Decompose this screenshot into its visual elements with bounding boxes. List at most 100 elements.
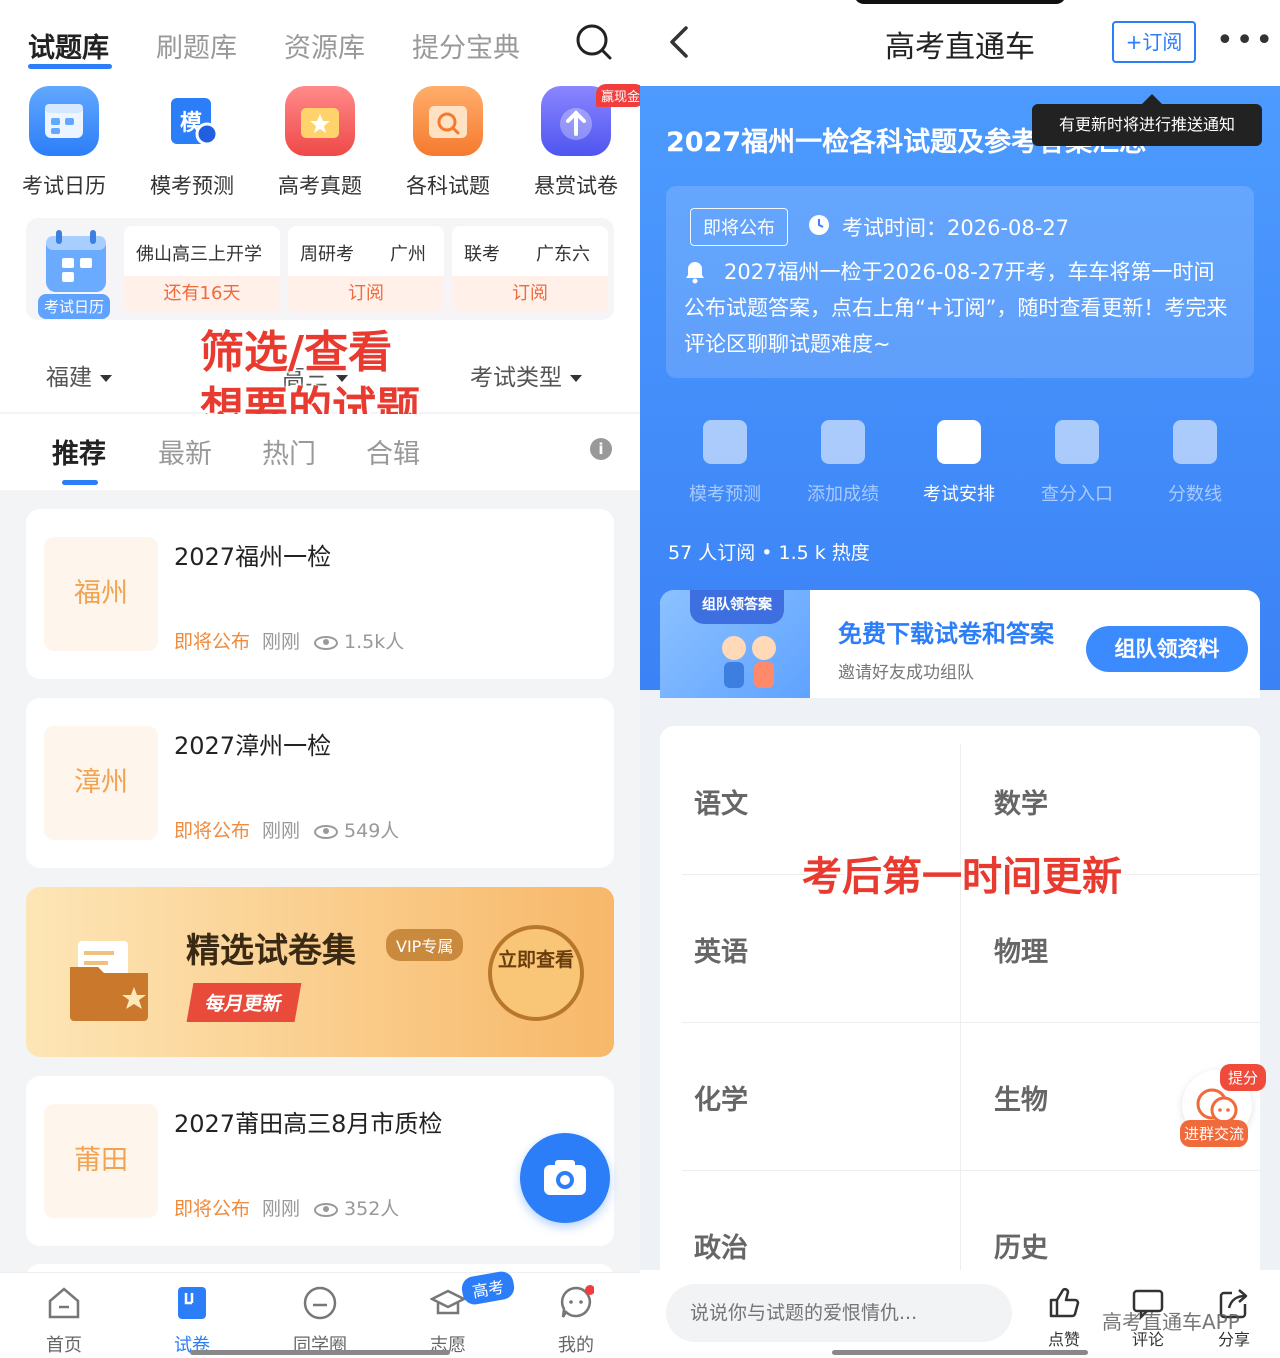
tab-latest[interactable]: 最新: [158, 432, 212, 471]
exam-type-filter[interactable]: 考试类型: [470, 358, 582, 392]
eye-icon: [314, 635, 339, 650]
trend-icon: [1173, 420, 1217, 464]
quick-entry-mock-prediction[interactable]: 模 模考预测: [132, 86, 252, 200]
tab-practice-bank[interactable]: 刷题库: [156, 26, 237, 65]
view-now-button[interactable]: 立即查看: [488, 925, 584, 1021]
exam-views: 549人: [344, 820, 400, 842]
home-indicator: [190, 1350, 450, 1355]
calendar-exam-title: 联考 广东六: [464, 244, 590, 265]
tab-hot[interactable]: 热门: [262, 432, 316, 471]
region-filter[interactable]: 福建: [46, 358, 112, 392]
home-icon: [48, 1287, 80, 1319]
score-boost-badge: 提分: [1220, 1064, 1267, 1091]
quick-entry-label: 高考真题: [278, 174, 362, 198]
tab-recommended[interactable]: 推荐: [52, 432, 106, 471]
tool-mock-prediction[interactable]: 模考预测: [666, 420, 784, 506]
team-get-materials-button[interactable]: 组队领资料: [1086, 626, 1248, 672]
comment-input[interactable]: [666, 1284, 1012, 1342]
premium-paper-collection-banner[interactable]: 精选试卷集 VIP专属 每月更新 立即查看: [26, 887, 614, 1057]
search-icon[interactable]: [574, 22, 614, 62]
subject-label: 语文: [694, 789, 748, 820]
subscribe-button[interactable]: +订阅: [1112, 21, 1196, 63]
calendar-exam-title: 周研考 广州: [300, 244, 426, 265]
like-button[interactable]: 点赞: [1034, 1286, 1094, 1350]
tab-score-guide[interactable]: 提分宝典: [412, 26, 520, 65]
city-thumbnail: 漳州: [44, 726, 158, 840]
city-thumbnail: 福州: [44, 537, 158, 651]
thumbs-up-icon: [1049, 1288, 1080, 1318]
calendar-exam-card[interactable]: 周研考 广州 订阅: [288, 226, 444, 312]
tool-score-line[interactable]: 分数线: [1136, 420, 1254, 506]
vip-badge: VIP专属: [386, 929, 464, 961]
nav-label: 首页: [46, 1335, 82, 1356]
more-icon[interactable]: •••: [1216, 26, 1275, 56]
exam-meta: 即将公布 刚刚 549人: [174, 816, 399, 843]
exam-list-item[interactable]: 福州 2027福州一检 即将公布 刚刚 1.5k人: [26, 509, 614, 679]
exam-notice: 2027福州一检于2026-08-27开考，车车将第一时间公布试题答案，点右上角…: [684, 260, 1228, 356]
quick-entry-exam-calendar[interactable]: 考试日历: [4, 86, 124, 200]
subject-label: 数学: [994, 789, 1048, 820]
exam-title: 2027莆田高三8月市质检: [174, 1110, 443, 1138]
tab-collection[interactable]: 合辑: [366, 432, 420, 471]
upload-icon: 赢现金: [541, 84, 640, 156]
quick-entry-label: 各科试题: [406, 174, 490, 198]
calendar-subscribe-button[interactable]: 订阅: [288, 276, 444, 312]
checklist-icon: [703, 420, 747, 464]
tool-label: 分数线: [1168, 484, 1222, 505]
exam-status: 即将公布: [174, 820, 251, 842]
quick-entry-bounty-papers[interactable]: 赢现金 悬赏试卷: [516, 84, 640, 200]
star-folder-icon: [285, 86, 355, 156]
exam-calendar-shortcut[interactable]: 考试日历: [34, 224, 118, 319]
tab-resource-bank[interactable]: 资源库: [284, 26, 365, 65]
app-watermark: 高考直通车APP: [1102, 1310, 1240, 1334]
exam-meta: 即将公布 刚刚 352人: [174, 1194, 399, 1221]
tool-label: 添加成绩: [807, 484, 879, 505]
feed-tab-indicator: [62, 480, 98, 485]
tool-label: 查分入口: [1041, 484, 1113, 505]
exam-time: 刚刚: [262, 1198, 301, 1220]
tool-row: 模考预测 添加成绩 考试安排 查分入口 分数线: [640, 420, 1280, 520]
calendar-icon: [29, 86, 99, 156]
exam-date: 考试时间：2026-08-27: [842, 216, 1070, 240]
join-group-button[interactable]: 提分 进群交流: [1176, 1062, 1267, 1148]
nav-papers[interactable]: 试卷: [142, 1285, 242, 1357]
clock-icon: [809, 215, 829, 235]
tool-score-lookup[interactable]: 查分入口: [1018, 420, 1136, 506]
quick-entry-gaokao-papers[interactable]: 高考真题: [260, 86, 380, 200]
calendar-icon: [937, 420, 981, 464]
nav-profile[interactable]: 我的: [526, 1285, 626, 1357]
subject-label: 英语: [694, 937, 748, 968]
eye-icon: [314, 1202, 339, 1217]
team-banner-subtitle: 邀请好友成功组队: [838, 663, 974, 683]
nav-classmates[interactable]: 同学圈: [270, 1285, 370, 1357]
info-icon[interactable]: i: [590, 438, 612, 460]
region-filter-value: 福建: [46, 365, 92, 391]
quick-entry-subject-papers[interactable]: 各科试题: [388, 86, 508, 200]
quick-entry-row: 考试日历 模 模考预测 高考真题 各科试题 赢现金 悬赏试卷: [0, 84, 640, 206]
camera-button[interactable]: [520, 1133, 610, 1223]
top-section: 试题库 刷题库 资源库 提分宝典 考试日历 模 模考预测 高考真题 各科试题 赢…: [0, 0, 640, 434]
team-download-banner[interactable]: 组队领答案 免费下载试卷和答案 邀请好友成功组队 组队领资料: [660, 590, 1260, 698]
calendar-exam-card[interactable]: 联考 广东六 订阅: [452, 226, 608, 312]
subject-chemistry[interactable]: 化学: [660, 1022, 960, 1170]
tool-exam-schedule[interactable]: 考试安排: [900, 420, 1018, 506]
calendar-subscribe-button[interactable]: 订阅: [452, 276, 608, 312]
exam-list-item[interactable]: 漳州 2027漳州一检 即将公布 刚刚 549人: [26, 698, 614, 868]
monthly-update-tag: 每月更新: [186, 983, 302, 1022]
active-tab-indicator: [28, 64, 112, 69]
camera-icon: [544, 1160, 586, 1195]
folder-icon: [70, 941, 148, 1021]
push-notification-tooltip: 有更新时将进行推送通知: [1032, 94, 1262, 146]
tool-add-score[interactable]: 添加成绩: [784, 420, 902, 506]
promo-title: 精选试卷集: [186, 931, 356, 971]
calendar-icon: [46, 230, 106, 292]
team-banner-title: 免费下载试卷和答案: [838, 620, 1054, 648]
right-screen: 高考直通车 +订阅 ••• 2027福州一检各科试题及参考答案汇总 有更新时将进…: [640, 0, 1280, 1358]
calendar-exam-countdown: 还有16天: [124, 276, 280, 312]
nav-home[interactable]: 首页: [14, 1285, 114, 1357]
exam-status: 即将公布: [174, 631, 251, 653]
subject-label: 化学: [694, 1085, 748, 1116]
tab-question-bank[interactable]: 试题库: [28, 26, 109, 65]
calendar-exam-card[interactable]: 佛山高三上开学 还有16天: [124, 226, 280, 312]
exam-views: 352人: [344, 1198, 400, 1220]
